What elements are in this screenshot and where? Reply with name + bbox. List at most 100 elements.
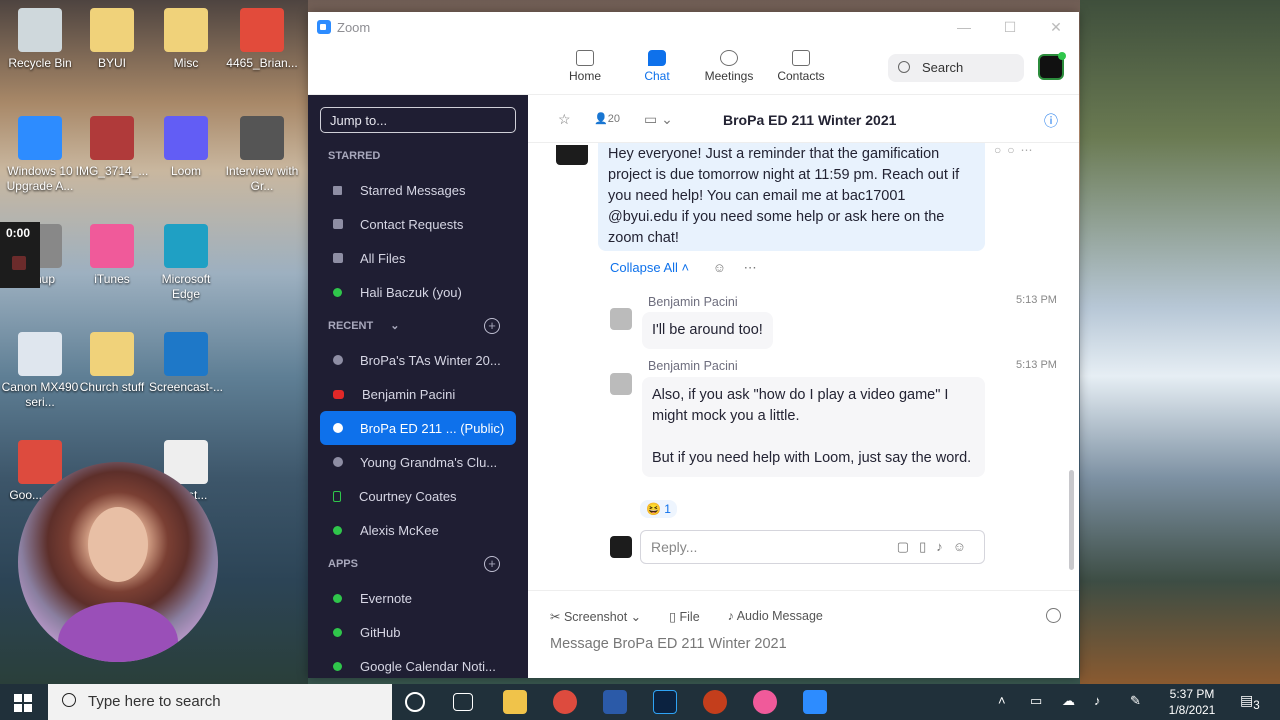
- sidebar-item-self[interactable]: Hali Baczuk (you): [308, 275, 528, 309]
- desktop-icon[interactable]: Misc: [146, 8, 226, 71]
- audio-message-button[interactable]: ♪ Audio Message: [728, 609, 823, 624]
- desktop-icon-image: [90, 8, 134, 52]
- chrome-icon[interactable]: [553, 690, 577, 714]
- reply-timestamp: 5:13 PM: [1016, 294, 1057, 306]
- screenshot-button[interactable]: ✂ Screenshot ⌄: [550, 609, 641, 624]
- sidebar-item-contact-requests[interactable]: Contact Requests: [308, 207, 528, 241]
- start-button[interactable]: [14, 694, 32, 712]
- sidebar-item-all-files[interactable]: All Files: [308, 241, 528, 275]
- desktop-icon[interactable]: iTunes: [72, 224, 152, 287]
- desktop-icon[interactable]: Microsoft Edge: [146, 224, 226, 302]
- desktop-icon[interactable]: Screencast-...: [146, 332, 226, 395]
- info-icon[interactable]: ⓘ: [1044, 111, 1058, 131]
- record-button[interactable]: [12, 256, 26, 270]
- sidebar-item-label: Courtney Coates: [359, 488, 457, 504]
- sidebar-item-alexis-mckee[interactable]: Alexis McKee: [308, 513, 528, 547]
- scrollbar[interactable]: [1069, 470, 1074, 570]
- emoji-icon[interactable]: [1046, 608, 1061, 623]
- task-view-icon[interactable]: [453, 693, 473, 711]
- chat-header: ☆ 👤20 ▭ ⌄ BroPa ED 211 Winter 2021 ⓘ: [528, 95, 1079, 143]
- notification-icon[interactable]: ▤3: [1240, 692, 1260, 712]
- avatar[interactable]: [556, 145, 588, 165]
- sidebar-item-starred-messages[interactable]: Starred Messages: [308, 173, 528, 207]
- taskbar: Type here to search ˄ ▭ ☁ ♪ ✎ 5:37 PM 1/…: [0, 684, 1280, 720]
- home-icon: [576, 50, 594, 66]
- file-label: File: [679, 610, 700, 624]
- avatar[interactable]: [610, 308, 632, 330]
- word-icon[interactable]: [603, 690, 627, 714]
- profile-avatar[interactable]: [1038, 52, 1066, 80]
- taskbar-search[interactable]: Type here to search: [48, 684, 392, 720]
- desktop-icon[interactable]: Recycle Bin: [0, 8, 80, 71]
- add-recent-button[interactable]: +: [484, 318, 500, 334]
- sidebar-item-label: Alexis McKee: [360, 522, 439, 538]
- nav-contacts[interactable]: Contacts: [766, 50, 836, 83]
- file-button[interactable]: ▯ File: [669, 609, 700, 624]
- desktop-icon[interactable]: BYUI: [72, 8, 152, 71]
- chat-pane: ☆ 👤20 ▭ ⌄ BroPa ED 211 Winter 2021 ⓘ Hey…: [528, 95, 1079, 678]
- sidebar-item-evernote[interactable]: Evernote: [308, 581, 528, 615]
- desktop-icon[interactable]: Canon MX490 seri...: [0, 332, 80, 410]
- sidebar-item-bropa-ed-211[interactable]: BroPa ED 211 ... (Public): [320, 411, 516, 445]
- star-icon[interactable]: ☆: [558, 111, 571, 128]
- message-actions[interactable]: ○○⋯: [994, 143, 1039, 157]
- search-input[interactable]: Search: [888, 54, 1024, 82]
- sidebar-item-benjamin-pacini[interactable]: Benjamin Pacini: [308, 377, 528, 411]
- maximize-button[interactable]: ☐: [987, 12, 1033, 42]
- starred-header[interactable]: STARRED: [308, 139, 528, 173]
- busy-status-icon: [333, 389, 344, 399]
- network-icon[interactable]: ☁: [1062, 693, 1075, 709]
- chevron-up-icon[interactable]: ˄: [998, 693, 1006, 708]
- desktop-icon[interactable]: Windows 10 Upgrade A...: [0, 116, 80, 194]
- member-count[interactable]: 👤20: [594, 112, 620, 125]
- volume-icon[interactable]: ♪: [1094, 693, 1101, 708]
- group-icon: [333, 423, 343, 433]
- recording-timer[interactable]: 0:00: [0, 222, 40, 288]
- webcam-bubble[interactable]: [18, 462, 218, 662]
- avatar[interactable]: [610, 373, 632, 395]
- sidebar-item-google-calendar[interactable]: Google Calendar Noti...: [308, 649, 528, 683]
- sidebar-item-courtney-coates[interactable]: Courtney Coates: [308, 479, 528, 513]
- collapse-all-button[interactable]: Collapse All ˄ ☺ ⋯: [610, 260, 757, 276]
- close-button[interactable]: ✕: [1033, 12, 1079, 42]
- battery-icon[interactable]: ▭: [1030, 693, 1042, 709]
- apps-header[interactable]: APPS +: [308, 547, 528, 581]
- add-app-button[interactable]: +: [484, 556, 500, 572]
- recent-header[interactable]: RECENT ⌄ +: [308, 309, 528, 343]
- desktop-icon[interactable]: IMG_3714_...: [72, 116, 152, 179]
- contact-request-icon: [333, 219, 343, 229]
- reply-message[interactable]: Also, if you ask "how do I play a video …: [642, 377, 985, 477]
- video-icon[interactable]: ▭ ⌄: [644, 111, 673, 128]
- message-input[interactable]: Message BroPa ED 211 Winter 2021: [550, 636, 787, 652]
- add-reaction-icon[interactable]: ☺: [713, 260, 726, 275]
- pen-icon[interactable]: ✎: [1130, 693, 1141, 709]
- main-message[interactable]: Hey everyone! Just a reminder that the g…: [598, 143, 985, 251]
- file-explorer-icon[interactable]: [503, 690, 527, 714]
- sidebar-item-github[interactable]: GitHub: [308, 615, 528, 649]
- zoom-taskbar-icon[interactable]: [803, 690, 827, 714]
- system-clock[interactable]: 5:37 PM 1/8/2021: [1156, 686, 1228, 718]
- desktop-icon[interactable]: Church stuff: [72, 332, 152, 395]
- chevron-down-icon[interactable]: ⌄: [390, 320, 399, 332]
- reply-message[interactable]: I'll be around too!: [642, 312, 773, 349]
- reply-tool-icons[interactable]: ▢▯♪☺: [897, 539, 976, 555]
- sidebar-item-young-grandmas[interactable]: Young Grandma's Clu...: [308, 445, 528, 479]
- desktop-icon[interactable]: Interview with Gr...: [222, 116, 302, 194]
- photoshop-icon[interactable]: [653, 690, 677, 714]
- reply-input[interactable]: Reply... ▢▯♪☺: [640, 530, 985, 564]
- powerpoint-icon[interactable]: [703, 690, 727, 714]
- more-icon[interactable]: ⋯: [744, 260, 757, 275]
- desktop-icon[interactable]: Loom: [146, 116, 226, 179]
- minimize-button[interactable]: —: [941, 12, 987, 42]
- reaction-badge[interactable]: 😆 1: [640, 500, 677, 518]
- group-icon: [333, 457, 343, 467]
- itunes-icon[interactable]: [753, 690, 777, 714]
- nav-home[interactable]: Home: [550, 50, 620, 83]
- apps-header-label: APPS: [328, 558, 358, 570]
- nav-meetings[interactable]: Meetings: [694, 50, 764, 83]
- desktop-icon[interactable]: 4465_Brian...: [222, 8, 302, 71]
- jump-to-input[interactable]: Jump to...: [320, 107, 516, 133]
- cortana-icon[interactable]: [405, 692, 425, 712]
- nav-chat[interactable]: Chat: [622, 50, 692, 83]
- sidebar-item-bropa-tas[interactable]: BroPa's TAs Winter 20...: [308, 343, 528, 377]
